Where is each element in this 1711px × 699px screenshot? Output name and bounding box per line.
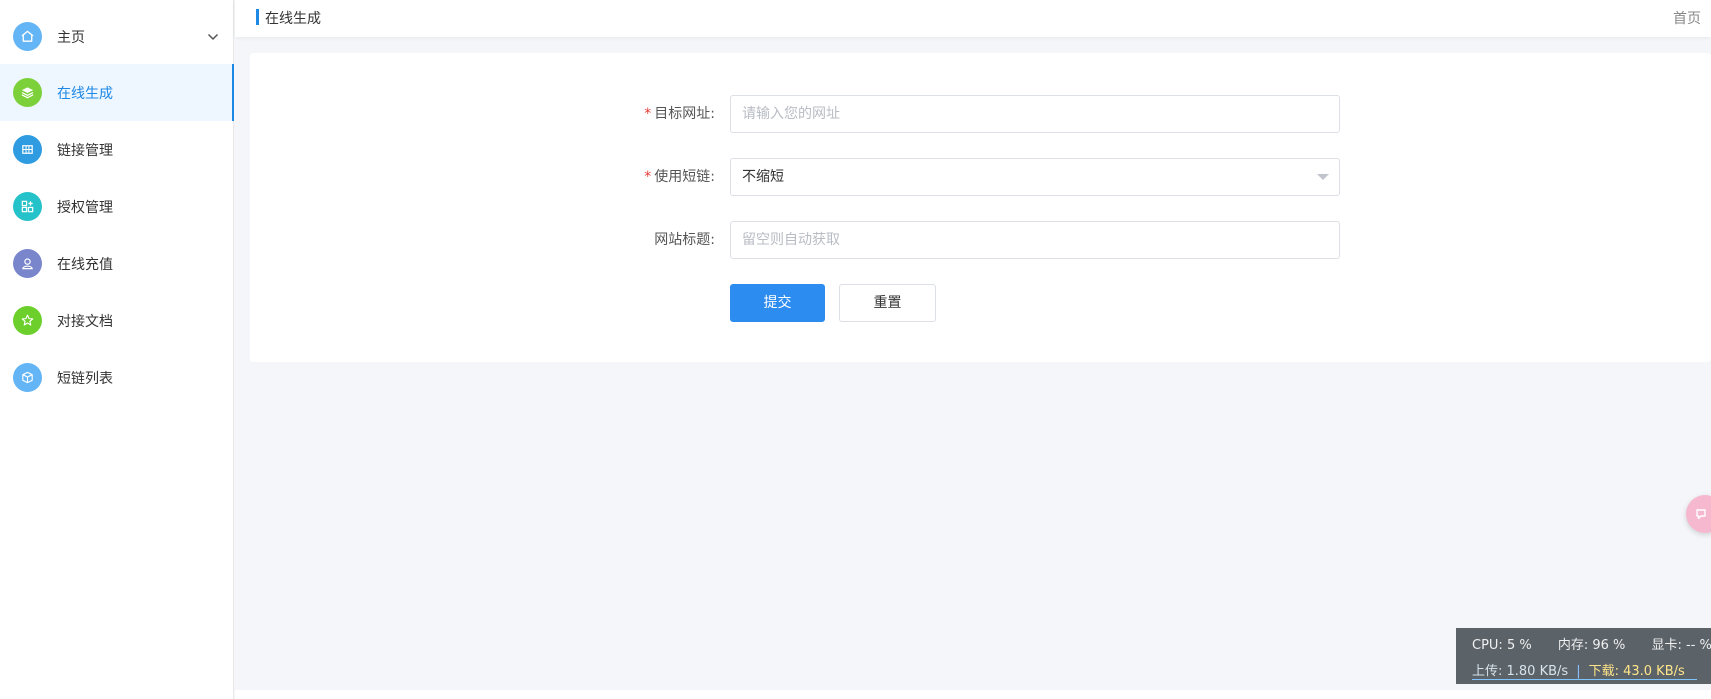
target-url-label: * 目标网址: xyxy=(644,106,715,122)
table-icon xyxy=(13,135,42,164)
target-url-input[interactable] xyxy=(730,95,1340,133)
chat-bot-icon xyxy=(1696,509,1706,520)
form-row-short-link: * 使用短链: 不缩短 xyxy=(250,158,1711,196)
user-icon xyxy=(13,249,42,278)
short-link-label: * 使用短链: xyxy=(644,169,715,185)
sidebar-item-label: 授权管理 xyxy=(57,199,113,216)
home-icon xyxy=(13,22,42,51)
form-row-target-url: * 目标网址: xyxy=(250,95,1711,133)
title-accent-bar xyxy=(256,9,259,25)
sysmon-graph-line xyxy=(1472,679,1697,680)
sidebar-item-online-recharge[interactable]: 在线充值 xyxy=(0,235,234,292)
site-title-label: 网站标题: xyxy=(654,232,715,248)
sidebar-item-home[interactable]: 主页 xyxy=(0,8,234,65)
home-link[interactable]: 首页 xyxy=(1673,8,1701,28)
sidebar-item-label: 对接文档 xyxy=(57,313,113,330)
reset-button[interactable]: 重置 xyxy=(839,284,936,322)
form-card: *目标网址: *使用短链: 不缩短 网站标题: 提交 重置 xyxy=(250,53,1711,362)
sidebar-item-api-docs[interactable]: 对接文档 xyxy=(0,292,234,349)
site-title-input[interactable] xyxy=(730,221,1340,259)
sysmon-usage-row: CPU: 5 % 内存: 96 % 显卡: -- % xyxy=(1472,634,1711,653)
sysmon-separator: | xyxy=(1576,664,1581,679)
short-link-select[interactable]: 不缩短 xyxy=(730,158,1340,196)
sidebar-item-label: 在线充值 xyxy=(57,256,113,273)
memory-usage: 内存: 96 % xyxy=(1557,638,1626,653)
apps-icon xyxy=(13,192,42,221)
sidebar-item-label: 链接管理 xyxy=(57,142,113,159)
bottom-strip xyxy=(235,690,1711,699)
page-title: 在线生成 xyxy=(265,11,321,27)
sidebar-item-label: 在线生成 xyxy=(57,85,113,102)
caret-down-icon xyxy=(1317,174,1329,180)
download-speed: 下载: 43.0 KB/s xyxy=(1588,664,1685,679)
form-actions: 提交 重置 xyxy=(250,284,1711,322)
sidebar-item-auth-management[interactable]: 授权管理 xyxy=(0,178,234,235)
upload-speed: 上传: 1.80 KB/s xyxy=(1472,664,1569,679)
required-star: * xyxy=(644,106,652,122)
chevron-down-icon[interactable] xyxy=(206,30,220,44)
top-bar: 在线生成 首页 xyxy=(235,0,1711,37)
sidebar-item-short-link-list[interactable]: 短链列表 xyxy=(0,349,234,406)
cpu-usage: CPU: 5 % xyxy=(1472,638,1532,653)
form-row-site-title: 网站标题: xyxy=(250,221,1711,259)
system-monitor-overlay: CPU: 5 % 内存: 96 % 显卡: -- % 上传: 1.80 KB/s… xyxy=(1456,628,1711,684)
layers-icon xyxy=(13,78,42,107)
sidebar-item-online-generate[interactable]: 在线生成 xyxy=(0,64,234,121)
cube-icon xyxy=(13,363,42,392)
sysmon-network-row: 上传: 1.80 KB/s | 下载: 43.0 KB/s xyxy=(1472,660,1685,679)
sidebar: 主页 在线生成 链接管理 授权管理 在线充值 对接文档 短链列表 xyxy=(0,0,234,699)
sidebar-item-link-management[interactable]: 链接管理 xyxy=(0,121,234,178)
required-star: * xyxy=(644,169,652,185)
short-link-selected-value: 不缩短 xyxy=(742,169,784,185)
star-icon xyxy=(13,306,42,335)
sidebar-item-label: 主页 xyxy=(57,29,85,46)
gpu-usage: 显卡: -- % xyxy=(1651,638,1711,653)
floating-helper-button[interactable] xyxy=(1686,495,1711,533)
sidebar-item-label: 短链列表 xyxy=(57,370,113,387)
submit-button[interactable]: 提交 xyxy=(730,284,825,322)
